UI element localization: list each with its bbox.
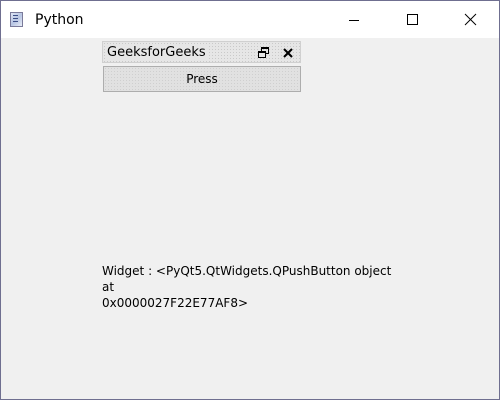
dock-title-bar[interactable]: GeeksforGeeks [102, 41, 301, 63]
close-window-button[interactable] [447, 1, 493, 38]
press-button[interactable]: Press [103, 66, 301, 92]
title-bar[interactable]: Python [1, 1, 499, 38]
dock-float-button[interactable] [257, 45, 271, 59]
float-icon [258, 47, 269, 58]
dock-title: GeeksforGeeks [107, 44, 208, 61]
window-title: Python [35, 12, 84, 28]
close-icon [283, 48, 293, 58]
minimize-icon [349, 20, 359, 21]
maximize-icon [407, 14, 418, 25]
python-app-icon [10, 12, 23, 27]
minimize-button[interactable] [331, 1, 377, 38]
widget-info-label: Widget : <PyQt5.QtWidgets.QPushButton ob… [102, 264, 392, 310]
maximize-button[interactable] [389, 1, 435, 38]
dock-close-button[interactable] [281, 45, 295, 59]
close-icon [464, 13, 477, 26]
main-window: Python GeeksforGeeks Press Widget: <PyQ… [0, 0, 500, 400]
